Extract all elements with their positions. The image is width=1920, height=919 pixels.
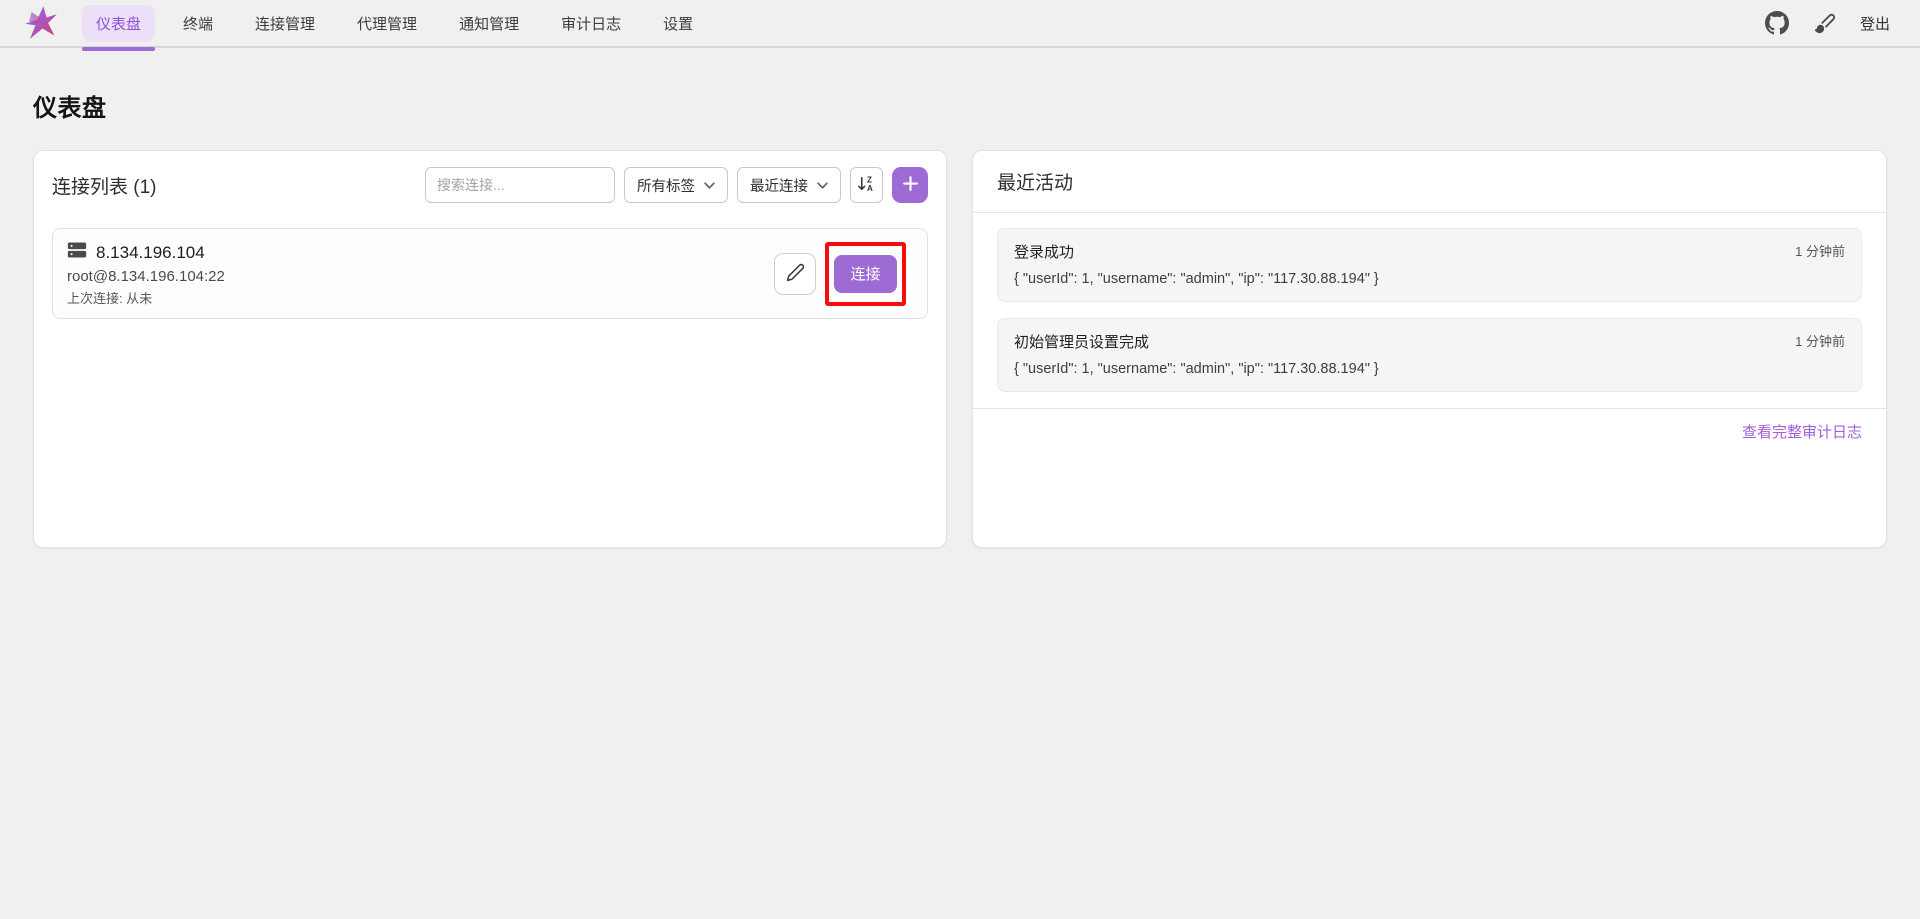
topbar-actions: 登出 — [1764, 10, 1900, 36]
tag-filter-value: 所有标签 — [637, 178, 695, 195]
recent-activity-card: 最近活动 登录成功 1 分钟前 { "userId": 1, "username… — [972, 150, 1887, 548]
sort-order-dropdown[interactable]: 最近连接 — [737, 167, 841, 203]
activity-item: 登录成功 1 分钟前 { "userId": 1, "username": "a… — [997, 228, 1862, 302]
recent-activity-list: 登录成功 1 分钟前 { "userId": 1, "username": "a… — [973, 213, 1886, 408]
activity-detail: { "userId": 1, "username": "admin", "ip"… — [1014, 361, 1379, 377]
search-input[interactable] — [425, 167, 615, 203]
github-icon[interactable] — [1764, 10, 1790, 36]
page-title: 仪表盘 — [33, 95, 107, 122]
connect-button-wrapper: 连接 — [825, 241, 906, 306]
connection-info: 8.134.196.104 root@8.134.196.104:22 上次连接… — [67, 240, 225, 307]
connection-list-item[interactable]: 8.134.196.104 root@8.134.196.104:22 上次连接… — [52, 228, 928, 319]
plus-icon — [902, 175, 919, 195]
nav-item-audit-log[interactable]: 审计日志 — [547, 5, 635, 42]
add-connection-button[interactable] — [892, 167, 928, 203]
top-navigation-bar: 仪表盘 终端 连接管理 代理管理 通知管理 审计日志 设置 登出 — [0, 0, 1920, 51]
nav-item-notifications[interactable]: 通知管理 — [445, 5, 533, 42]
connection-list-controls: 所有标签 最近连接 — [425, 167, 928, 203]
connection-actions: 连接 — [774, 241, 913, 306]
connection-address: root@8.134.196.104:22 — [67, 268, 225, 285]
view-full-audit-log-link[interactable]: 查看完整审计日志 — [1742, 424, 1862, 441]
tag-filter-dropdown[interactable]: 所有标签 — [624, 167, 728, 203]
sort-direction-button[interactable]: Z A — [850, 167, 883, 203]
nav-item-terminal[interactable]: 终端 — [169, 5, 227, 42]
sort-order-value: 最近连接 — [750, 178, 808, 195]
nav-item-proxy[interactable]: 代理管理 — [343, 5, 431, 42]
connection-list-title: 连接列表 (1) — [52, 176, 157, 198]
activity-title: 登录成功 — [1014, 244, 1075, 261]
connection-last-connected: 上次连接: 从未 — [67, 291, 153, 306]
chevron-down-icon — [704, 177, 715, 193]
connection-name: 8.134.196.104 — [96, 242, 205, 262]
recent-activity-footer: 查看完整审计日志 — [973, 408, 1886, 454]
connection-list-header: 连接列表 (1) 所有标签 最近连接 — [52, 167, 928, 203]
activity-title: 初始管理员设置完成 — [1014, 334, 1150, 351]
recent-activity-title: 最近活动 — [997, 173, 1074, 194]
chevron-down-icon — [817, 177, 828, 193]
app-logo — [20, 2, 62, 44]
main-nav: 仪表盘 终端 连接管理 代理管理 通知管理 审计日志 设置 — [82, 4, 707, 51]
dashboard-cards: 连接列表 (1) 所有标签 最近连接 — [33, 150, 1887, 548]
recent-activity-header: 最近活动 — [973, 151, 1886, 213]
svg-text:A: A — [867, 184, 873, 193]
pencil-icon — [786, 263, 805, 285]
activity-item: 初始管理员设置完成 1 分钟前 { "userId": 1, "username… — [997, 318, 1862, 392]
nav-item-settings[interactable]: 设置 — [649, 5, 707, 42]
sort-za-icon: Z A — [857, 174, 876, 196]
nav-item-dashboard[interactable]: 仪表盘 — [82, 4, 156, 51]
connection-list-card: 连接列表 (1) 所有标签 最近连接 — [33, 150, 947, 548]
logout-button[interactable]: 登出 — [1860, 13, 1890, 34]
activity-timestamp: 1 分钟前 — [1795, 334, 1845, 349]
edit-connection-button[interactable] — [774, 252, 816, 295]
main-content: 仪表盘 连接列表 (1) 所有标签 最近连接 — [0, 48, 1920, 548]
activity-detail: { "userId": 1, "username": "admin", "ip"… — [1014, 271, 1379, 287]
activity-timestamp: 1 分钟前 — [1795, 244, 1845, 259]
nav-item-connections[interactable]: 连接管理 — [241, 5, 329, 42]
paintbrush-icon[interactable] — [1812, 10, 1838, 36]
server-icon — [67, 240, 87, 265]
connect-button[interactable]: 连接 — [834, 254, 897, 293]
